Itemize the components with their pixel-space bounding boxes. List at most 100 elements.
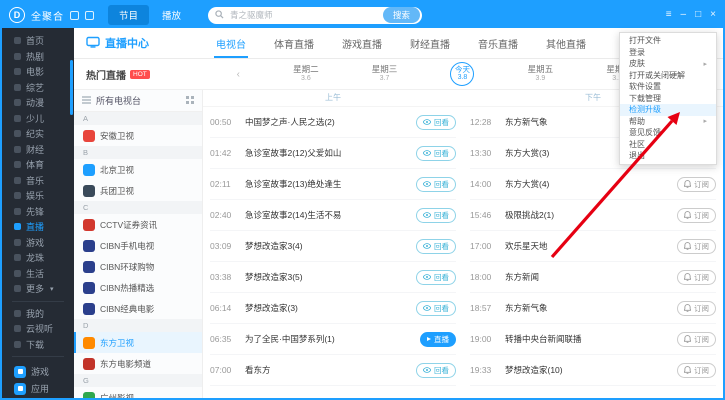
program-row[interactable]: 02:40 急诊室故事2(14)生活不易 回看 xyxy=(210,200,456,231)
sidebar-item[interactable]: 电影 ▾ xyxy=(2,64,74,80)
sidebar-item[interactable]: 纪实 ▾ xyxy=(2,126,74,142)
program-row[interactable]: 18:00 东方新闻 订阅 xyxy=(470,262,716,293)
menu-item[interactable]: 意见反馈 ▸ xyxy=(620,127,716,139)
program-action-badge[interactable]: 回看 xyxy=(416,208,456,223)
program-row[interactable]: 02:11 急诊室故事2(13)绝处逢生 回看 xyxy=(210,169,456,200)
program-row[interactable]: 03:09 梦想改造家3(4) 回看 xyxy=(210,231,456,262)
live-tab[interactable]: 其他直播 xyxy=(532,28,600,58)
top-nav-button[interactable]: 节目 xyxy=(108,5,149,25)
menu-item[interactable]: 社区 ▸ xyxy=(620,139,716,151)
program-action-badge[interactable]: 回看 xyxy=(416,363,456,378)
menu-item[interactable]: 皮肤 ▸ xyxy=(620,58,716,70)
program-action-badge[interactable]: 订阅 xyxy=(677,301,716,316)
sidebar-item[interactable]: 更多 ▾ xyxy=(2,281,74,297)
sidebar-user-item[interactable]: 我的 xyxy=(2,306,74,322)
program-action-badge[interactable]: 订阅 xyxy=(677,332,716,347)
menu-item[interactable]: 软件设置 ▸ xyxy=(620,81,716,93)
sidebar-app-tile[interactable]: 游戏 xyxy=(14,365,74,378)
menu-item[interactable]: 帮助 ▸ xyxy=(620,116,716,128)
sidebar-item[interactable]: 财经 ▾ xyxy=(2,142,74,158)
grid-toggle-icon[interactable] xyxy=(186,96,194,106)
channel-item[interactable]: 东方卫视 xyxy=(74,332,202,353)
maximize-icon[interactable]: □ xyxy=(695,10,701,20)
program-row[interactable]: 18:57 东方新气象 订阅 xyxy=(470,293,716,324)
channel-item[interactable]: 广州影视 xyxy=(74,387,202,398)
channel-item[interactable]: CCTV证券资讯 xyxy=(74,214,202,235)
sidebar-item[interactable]: 首页 ▾ xyxy=(2,33,74,49)
program-action-badge[interactable]: 订阅 xyxy=(677,177,716,192)
search-input[interactable] xyxy=(228,9,383,21)
channel-name: 安徽卫视 xyxy=(100,130,134,142)
program-row[interactable]: 14:00 东方大赏(4) 订阅 xyxy=(470,169,716,200)
activity-icon[interactable] xyxy=(85,11,94,20)
menu-item[interactable]: 打开文件 ▸ xyxy=(620,35,716,47)
sidebar-item[interactable]: 综艺 ▾ xyxy=(2,80,74,96)
main-menu-icon[interactable]: ≡ xyxy=(666,10,672,20)
program-action-badge[interactable]: 订阅 xyxy=(677,363,716,378)
home-icon[interactable] xyxy=(70,11,79,20)
sidebar-item[interactable]: 少儿 ▾ xyxy=(2,111,74,127)
program-row[interactable]: 17:00 欢乐星天地 订阅 xyxy=(470,231,716,262)
sidebar-item[interactable]: 动漫 ▾ xyxy=(2,95,74,111)
program-action-badge[interactable]: 回看 xyxy=(416,146,456,161)
sidebar-item[interactable]: 先锋 ▾ xyxy=(2,204,74,220)
channel-item[interactable]: CIBN手机电视 xyxy=(74,235,202,256)
top-nav-button[interactable]: 播放 xyxy=(151,5,192,25)
program-row[interactable]: 15:46 极限挑战2(1) 订阅 xyxy=(470,200,716,231)
sidebar-user-item[interactable]: 下载 xyxy=(2,337,74,353)
chevron-left-icon[interactable]: ‹ xyxy=(237,69,240,80)
week-day[interactable]: 星期二 3.6 xyxy=(293,65,319,83)
program-row[interactable]: 06:14 梦想改造家(3) 回看 xyxy=(210,293,456,324)
program-action-badge[interactable]: 订阅 xyxy=(677,239,716,254)
program-action-badge[interactable]: 订阅 xyxy=(677,208,716,223)
search-button[interactable]: 搜索 xyxy=(383,7,420,23)
sidebar-app-tile[interactable]: 应用 xyxy=(14,382,74,395)
channel-item[interactable]: 兵团卫视 xyxy=(74,180,202,201)
sidebar-item[interactable]: 音乐 ▾ xyxy=(2,173,74,189)
week-day[interactable]: 星期五 3.9 xyxy=(528,65,554,83)
program-action-badge[interactable]: 回看 xyxy=(416,115,456,130)
week-day[interactable]: 今天 3.8 xyxy=(450,62,474,86)
program-row[interactable]: 03:38 梦想改造家3(5) 回看 xyxy=(210,262,456,293)
menu-item[interactable]: 打开或关闭硬解 ▸ xyxy=(620,70,716,82)
program-row[interactable]: 19:00 转播中央台新闻联播 订阅 xyxy=(470,324,716,355)
menu-item[interactable]: 退出 ▸ xyxy=(620,150,716,162)
program-row[interactable]: 00:50 中国梦之声·人民之选(2) 回看 xyxy=(210,107,456,138)
live-tab[interactable]: 游戏直播 xyxy=(328,28,396,58)
channel-item[interactable]: 北京卫视 xyxy=(74,159,202,180)
menu-item[interactable]: 下载管理 ▸ xyxy=(620,93,716,105)
sidebar-item[interactable]: 龙珠 ▾ xyxy=(2,250,74,266)
week-day[interactable]: 星期三 3.7 xyxy=(372,65,398,83)
program-action-badge[interactable]: 回看 xyxy=(416,177,456,192)
program-row[interactable]: 19:33 梦想改造家(10) 订阅 xyxy=(470,355,716,386)
channel-item[interactable]: CIBN经典电影 xyxy=(74,298,202,319)
sidebar-item[interactable]: 体育 ▾ xyxy=(2,157,74,173)
close-icon[interactable]: × xyxy=(710,10,716,20)
program-row[interactable]: 07:00 看东方 回看 xyxy=(210,355,456,386)
program-action-badge[interactable]: 回看 xyxy=(416,301,456,316)
program-action-badge[interactable]: 回看 xyxy=(416,239,456,254)
minimize-icon[interactable]: – xyxy=(681,10,687,20)
channel-item[interactable]: CIBN环球购物 xyxy=(74,256,202,277)
sidebar-scrollbar[interactable] xyxy=(70,60,73,115)
sidebar-item[interactable]: 直播 ▾ xyxy=(2,219,74,235)
program-action-badge[interactable]: 订阅 xyxy=(677,270,716,285)
menu-item[interactable]: 检测升级 ▸ xyxy=(620,104,716,116)
channel-item[interactable]: 东方电影频道 xyxy=(74,353,202,374)
sidebar-item[interactable]: 游戏 ▾ xyxy=(2,235,74,251)
live-tab[interactable]: 财经直播 xyxy=(396,28,464,58)
program-row[interactable]: 06:35 为了全民·中国梦系列(1) 直播 xyxy=(210,324,456,355)
sidebar-user-item[interactable]: 云视听 xyxy=(2,321,74,337)
sidebar-item[interactable]: 娱乐 ▾ xyxy=(2,188,74,204)
channel-item[interactable]: CIBN热播精选 xyxy=(74,277,202,298)
channel-item[interactable]: 安徽卫视 xyxy=(74,125,202,146)
sidebar-item[interactable]: 生活 ▾ xyxy=(2,266,74,282)
program-action-badge[interactable]: 回看 xyxy=(416,270,456,285)
live-tab[interactable]: 音乐直播 xyxy=(464,28,532,58)
sidebar-item[interactable]: 热剧 ▾ xyxy=(2,49,74,65)
menu-item[interactable]: 登录 ▸ xyxy=(620,47,716,59)
program-row[interactable]: 01:42 急诊室故事2(12)父爱如山 回看 xyxy=(210,138,456,169)
program-action-badge[interactable]: 直播 xyxy=(420,332,456,347)
live-tab[interactable]: 电视台 xyxy=(202,28,260,58)
live-tab[interactable]: 体育直播 xyxy=(260,28,328,58)
